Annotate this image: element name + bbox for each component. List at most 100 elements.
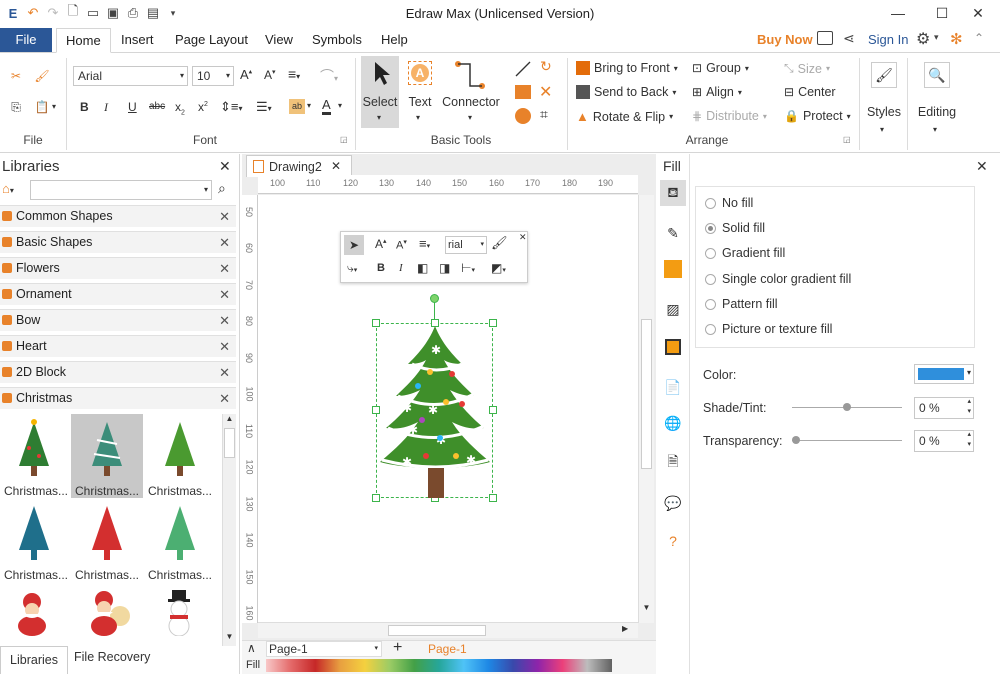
transparency-slider[interactable] [792,436,902,444]
radio-button[interactable] [705,323,716,335]
page-select[interactable]: Page-1 ▾ [266,641,382,657]
font-color-icon[interactable]: A [322,98,331,115]
tab-symbols[interactable]: Symbols [303,28,371,53]
align-button[interactable]: ⊞ Align ▾ [692,85,742,99]
text-tool-icon[interactable]: A [408,61,432,85]
protect-button[interactable]: 🔒 Protect ▾ [784,109,851,123]
remove-library-icon[interactable]: ✕ [219,284,230,305]
radio-button[interactable] [705,298,716,310]
shape-thumb-christmas-tree-4[interactable]: Christmas... [0,498,70,582]
notes-icon[interactable]: 🗎 [660,450,686,476]
bring-to-front-button[interactable]: Bring to Front ▾ [576,61,678,75]
bold-icon[interactable]: B [80,100,89,114]
editing-button[interactable]: Editing [912,105,962,119]
file-menu-button[interactable]: File [0,28,52,52]
tab-file-recovery[interactable]: File Recovery [74,650,150,664]
connector-dropdown-icon[interactable]: ▾ [468,113,472,122]
ellipse-tool-icon[interactable] [515,108,531,124]
highlight-dropdown-icon[interactable]: ▾ [307,101,311,110]
remove-library-icon[interactable]: ✕ [219,310,230,331]
shadow-icon[interactable] [660,256,686,282]
transparency-spinner[interactable]: 0 % ▴ ▾ [914,430,974,452]
fill-icon[interactable]: ⛾ [660,180,686,206]
layers-icon[interactable] [660,334,686,360]
font-name-select[interactable]: Arial ▾ [73,66,188,86]
text-dropdown-icon[interactable]: ▾ [416,113,420,122]
center-button[interactable]: ⊟ Center [784,85,836,99]
tab-page-layout[interactable]: Page Layout [166,28,257,53]
canvas-horizontal-scrollbar[interactable]: ▶ [258,622,638,638]
italic-icon[interactable]: I [104,100,108,115]
rotation-handle[interactable] [430,294,439,303]
cross-tool-icon[interactable]: ✕ [539,82,552,102]
library-item-christmas[interactable]: Christmas ✕ [0,387,236,409]
library-item-heart[interactable]: Heart ✕ [0,335,236,357]
library-item-2d-block[interactable]: 2D Block ✕ [0,361,236,383]
shape-thumb-santa-2[interactable] [82,588,132,636]
scroll-up-icon[interactable]: ▲ [223,414,236,423]
distribute-button[interactable]: ⋕ Distribute ▾ [692,109,767,123]
shape-thumb-snowman[interactable] [158,588,202,637]
select-pointer-icon[interactable]: ➤ [344,235,364,255]
scroll-thumb[interactable] [388,625,486,636]
font-color-dropdown-icon[interactable]: ▾ [338,101,342,110]
page-setup-icon[interactable]: 📄 [660,374,686,400]
rotate-flip-button[interactable]: ▲ Rotate & Flip ▾ [576,109,673,124]
fill-option-no-fill[interactable]: No fill [705,196,753,210]
radio-button[interactable] [705,222,716,234]
remove-library-icon[interactable]: ✕ [219,388,230,409]
scroll-thumb[interactable] [224,428,235,458]
fill-option-solid-fill[interactable]: Solid fill [705,221,765,235]
align-text-icon[interactable]: ≡▾ [419,236,430,251]
spinner-arrows-icon[interactable]: ▴ ▾ [967,430,971,450]
italic-icon[interactable]: I [399,262,403,274]
settings-gear-icon[interactable]: ⚙ [916,29,930,49]
tab-libraries[interactable]: Libraries [0,646,68,674]
color-palette[interactable] [266,659,612,672]
increase-font-icon[interactable]: A▴ [240,67,252,82]
canvas-vertical-scrollbar[interactable]: ▼ [638,195,654,623]
minimize-button[interactable]: — [876,2,920,24]
align-text-icon[interactable]: ≡▾ [288,66,300,82]
search-icon[interactable]: 🔍 [924,62,950,88]
tab-help[interactable]: Help [372,28,417,53]
send-backward-icon[interactable]: ◨ [439,261,450,275]
paste-dropdown-icon[interactable]: ▾ [52,102,56,111]
shape-thumb-christmas-tree-2[interactable]: Christmas... [71,414,143,498]
connector-label[interactable]: Connector [440,95,502,109]
shade-tint-slider[interactable] [792,403,902,411]
document-tab[interactable]: Drawing2 ✕ [246,155,352,177]
library-item-common-shapes[interactable]: Common Shapes ✕ [0,205,236,227]
library-item-ornament[interactable]: Ornament ✕ [0,283,236,305]
library-scrollbar[interactable]: ▲ ▼ [222,414,236,646]
shape-thumb-christmas-tree-3[interactable]: Christmas... [144,414,214,498]
share-icon[interactable]: ⋖ [843,30,855,47]
text-tool-label[interactable]: Text [404,95,436,109]
page-tab[interactable]: Page-1 [428,642,467,656]
shape-thumb-christmas-tree-1[interactable]: Christmas... [0,414,70,498]
cut-icon[interactable]: ✂ [6,66,26,86]
close-floating-toolbar-icon[interactable]: ✕ [519,232,527,243]
add-page-icon[interactable]: + [393,639,402,657]
decrease-font-icon[interactable]: A▾ [264,68,276,82]
radio-button[interactable] [705,197,716,209]
settings-dropdown-icon[interactable]: ▾ [934,32,939,43]
image-icon[interactable]: ▨ [660,296,686,322]
theme-icon[interactable]: ✻ [950,30,963,48]
scroll-right-icon[interactable]: ▶ [622,624,628,633]
radio-button[interactable] [705,247,716,259]
library-item-flowers[interactable]: Flowers ✕ [0,257,236,279]
line-spacing-icon[interactable]: ⇕≡▾ [220,99,243,115]
format-painter-icon[interactable]: 🖌 [491,235,508,251]
close-libraries-icon[interactable]: ✕ [219,158,231,175]
arrange-dialog-launcher-icon[interactable]: ◲ [843,135,851,144]
connector-tool-icon[interactable] [452,60,488,90]
crop-tool-icon[interactable]: ⌗ [540,106,548,123]
library-search-input[interactable]: ▾ [30,180,212,200]
tab-view[interactable]: View [256,28,302,53]
increase-font-icon[interactable]: A▴ [375,237,387,251]
color-picker[interactable]: ▾ [914,364,974,384]
remove-library-icon[interactable]: ✕ [219,232,230,253]
font-dialog-launcher-icon[interactable]: ◲ [340,135,348,144]
scroll-down-icon[interactable]: ▼ [223,632,236,641]
